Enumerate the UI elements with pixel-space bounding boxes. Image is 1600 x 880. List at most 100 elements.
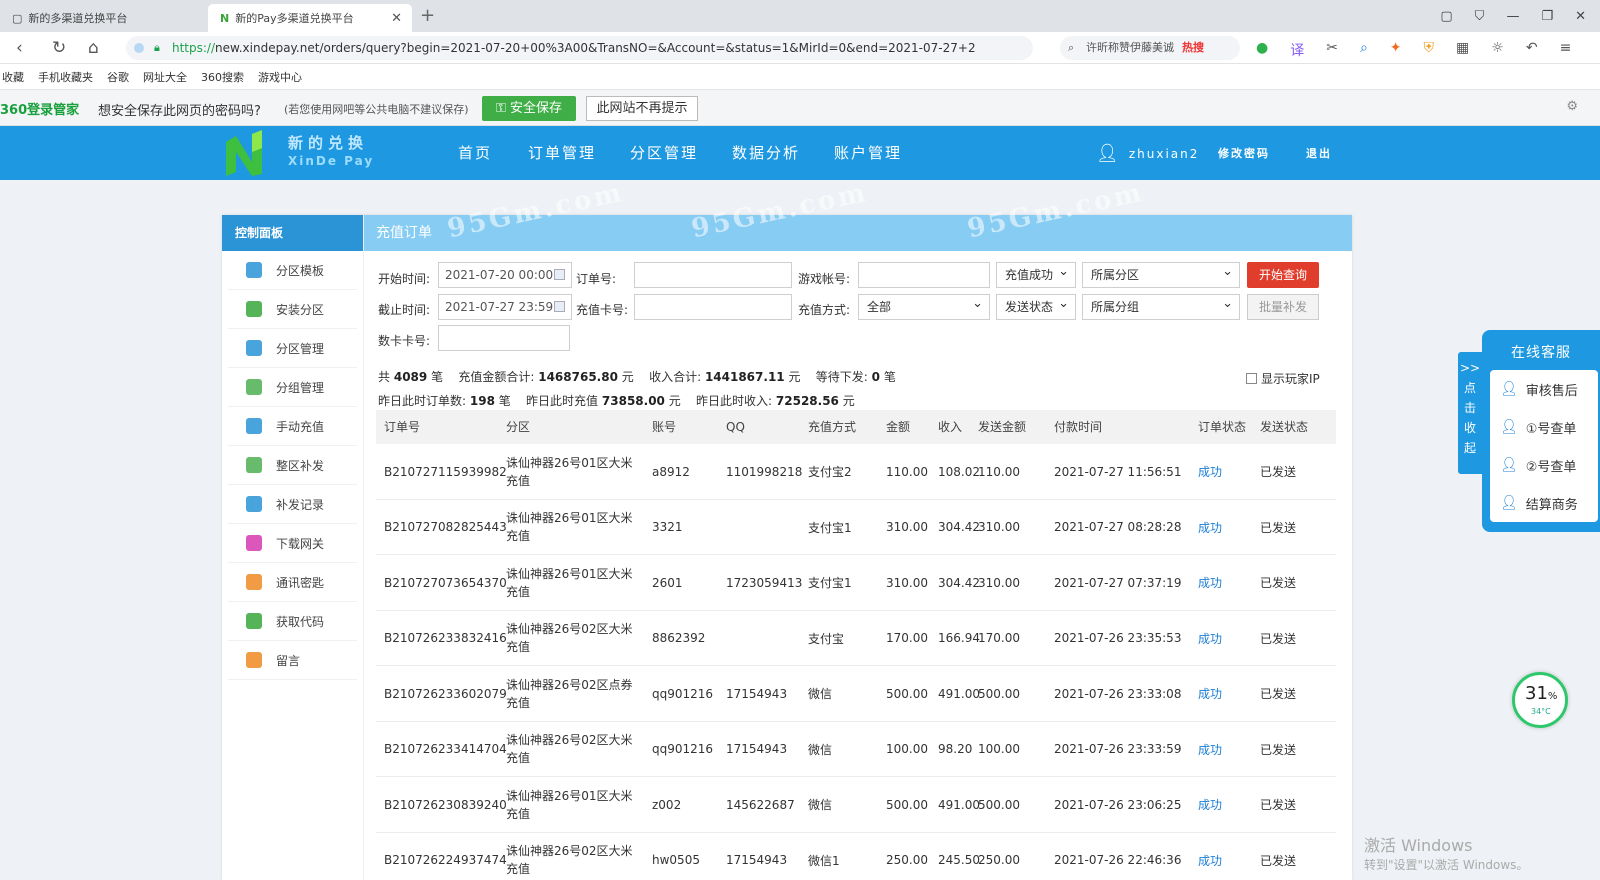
undo-icon[interactable]: ↶ <box>1526 40 1538 60</box>
apps-icon[interactable]: ▦ <box>1456 40 1469 60</box>
batch-resend-button[interactable]: 批量补发 <box>1247 294 1319 320</box>
lock-icon: 🔒︎ <box>154 41 160 54</box>
nav-home[interactable]: 首页 <box>458 126 528 180</box>
sidebar-item[interactable]: 获取代码 <box>228 602 357 641</box>
browser-tab-2[interactable]: N 新的Pay多渠道兑换平台 ✕ <box>208 4 412 32</box>
nav-account[interactable]: 账户管理 <box>834 126 936 180</box>
site-info-icon[interactable] <box>134 43 144 53</box>
calendar-icon[interactable] <box>554 269 565 280</box>
shield-icon[interactable]: ⛨ <box>1424 40 1435 60</box>
close-window-icon[interactable]: ✕ <box>1575 9 1586 24</box>
cell-pay-time: 2021-07-26 23:33:08 <box>1054 686 1182 701</box>
start-time-input[interactable]: 2021-07-20 00:00 <box>438 262 572 288</box>
numcard-input[interactable] <box>438 325 570 351</box>
sidebar-item[interactable]: 分区管理 <box>228 329 357 368</box>
bookmark-item[interactable]: 网址大全 <box>143 69 187 85</box>
calendar-icon[interactable] <box>554 301 565 312</box>
service-item[interactable]: 👤︎ ②号查单 <box>1490 446 1598 484</box>
sidebar-item[interactable]: 整区补发 <box>228 446 357 485</box>
service-item[interactable]: 👤︎ 结算商务 <box>1490 484 1598 522</box>
logo-icon[interactable] <box>222 128 274 178</box>
end-time-label: 截止时间: <box>378 303 431 317</box>
service-item[interactable]: 👤︎ 审核售后 <box>1490 370 1598 408</box>
sidebar-item-label: 分区模板 <box>276 263 325 278</box>
browser-toolbar: ● 译 ✂ ⌕ ✦ ⛨ ▦ ☼ ↶ ≡ <box>1256 40 1571 60</box>
cell-order-status[interactable]: 成功 <box>1198 833 1222 880</box>
sidebar-item[interactable]: 分组管理 <box>228 368 357 407</box>
card-no-input[interactable] <box>634 294 792 320</box>
restore-icon[interactable]: ❐ <box>1541 9 1553 24</box>
find-icon[interactable]: ⌕ <box>1360 40 1368 60</box>
scissors-icon[interactable]: ✂ <box>1326 40 1338 60</box>
refresh-icon[interactable]: ↻ <box>52 38 66 58</box>
browser-tab-1[interactable]: ▢ 新的多渠道兑换平台 <box>0 4 206 32</box>
sidebar-item[interactable]: 通讯密匙 <box>228 563 357 602</box>
home-icon[interactable]: ⌂ <box>88 38 99 58</box>
translate-icon[interactable]: 译 <box>1290 40 1304 60</box>
nav-analytics[interactable]: 数据分析 <box>732 126 834 180</box>
cell-amount: 110.00 <box>886 464 928 479</box>
logout-link[interactable]: 退出 <box>1306 145 1332 161</box>
sidebar-item[interactable]: 补发记录 <box>228 485 357 524</box>
cell-order-status[interactable]: 成功 <box>1198 777 1222 832</box>
bookmark-item[interactable]: 收藏 <box>2 69 24 85</box>
hot-search-badge[interactable]: 热搜 <box>1182 41 1204 54</box>
game-icon[interactable]: ✦ <box>1390 40 1402 60</box>
minimize-icon[interactable]: — <box>1506 9 1519 24</box>
service-item[interactable]: 👤︎ ①号查单 <box>1490 408 1598 446</box>
tray-icon <box>246 535 262 551</box>
bookmark-item[interactable]: 手机收藏夹 <box>38 69 93 85</box>
collapse-service-tab[interactable]: >> 点 击 收 起 <box>1458 352 1482 474</box>
order-no-input[interactable] <box>634 262 792 288</box>
save-password-button[interactable]: ⚿ 安全保存 <box>482 96 576 121</box>
new-tab-button[interactable]: + <box>420 5 435 26</box>
show-ip-checkbox[interactable]: 显示玩家IP <box>1246 370 1320 387</box>
sidebar-item[interactable]: 分区模板 <box>228 251 357 290</box>
never-prompt-button[interactable]: 此网站不再提示 <box>586 96 698 121</box>
sidebar-item[interactable]: 下载网关 <box>228 524 357 563</box>
cell-order-status[interactable]: 成功 <box>1198 500 1222 555</box>
user-menu[interactable]: 👤︎ zhuxian2 <box>1096 143 1199 164</box>
sidebar-item[interactable]: 安装分区 <box>228 290 357 329</box>
zone-select[interactable]: 所属分区 <box>1082 260 1240 288</box>
send-status-select[interactable]: 发送状态 <box>996 292 1076 320</box>
sidebar-item[interactable]: 留言 <box>228 641 357 680</box>
pay-method-select[interactable]: 全部 <box>858 292 990 320</box>
stat-pending: 等待下发: 0 笔 <box>815 370 896 384</box>
bookmark-item[interactable]: 谷歌 <box>107 69 129 85</box>
cell-order-status[interactable]: 成功 <box>1198 444 1222 499</box>
game-account-input[interactable] <box>858 262 990 288</box>
search-box[interactable]: ⌕ 许昕称赞伊藤美诚 热搜 <box>1060 36 1240 60</box>
sidebar-item[interactable]: 手动充值 <box>228 407 357 446</box>
query-button[interactable]: 开始查询 <box>1247 262 1319 288</box>
windows-activation-title: 激活 Windows <box>1364 836 1473 855</box>
nav-orders[interactable]: 订单管理 <box>528 126 630 180</box>
cell-order-status[interactable]: 成功 <box>1198 555 1222 610</box>
change-password-link[interactable]: 修改密码 <box>1218 145 1270 161</box>
bookmark-item[interactable]: 游戏中心 <box>258 69 302 85</box>
brightness-icon[interactable]: ☼ <box>1491 40 1504 60</box>
menu-icon[interactable]: ≡ <box>1560 40 1572 60</box>
nav-zones[interactable]: 分区管理 <box>630 126 732 180</box>
shirt-icon[interactable]: ⛉ <box>1475 9 1485 24</box>
bookmark-item[interactable]: 360搜索 <box>201 69 244 85</box>
group-select[interactable]: 所属分组 <box>1082 292 1240 320</box>
cell-order-status[interactable]: 成功 <box>1198 611 1222 666</box>
card-no-label: 充值卡号: <box>576 303 629 317</box>
checkbox-icon[interactable] <box>1246 373 1257 384</box>
gear-icon[interactable]: ⚙ <box>1566 99 1578 114</box>
cell-order-status[interactable]: 成功 <box>1198 722 1222 777</box>
cell-order-status[interactable]: 成功 <box>1198 666 1222 721</box>
site-favicon-icon: N <box>220 11 230 25</box>
cpu-gauge-widget[interactable]: 31% 34°C <box>1512 672 1568 728</box>
cell-pay-method: 微信1 <box>808 853 840 868</box>
recharge-status-select[interactable]: 充值成功 <box>996 260 1076 288</box>
end-time-input[interactable]: 2021-07-27 23:59 <box>438 294 572 320</box>
tab-count-icon[interactable]: ▢ <box>1440 9 1452 24</box>
cell-order-no: B210726233414704 <box>384 742 507 756</box>
sidebar-item-label: 下载网关 <box>276 536 325 551</box>
close-tab-icon[interactable]: ✕ <box>391 11 402 26</box>
wechat-icon[interactable]: ● <box>1256 40 1268 60</box>
url-input[interactable]: 🔒︎ https://new.xindepay.net/orders/query… <box>126 36 1033 60</box>
back-icon[interactable]: ‹ <box>16 38 23 58</box>
